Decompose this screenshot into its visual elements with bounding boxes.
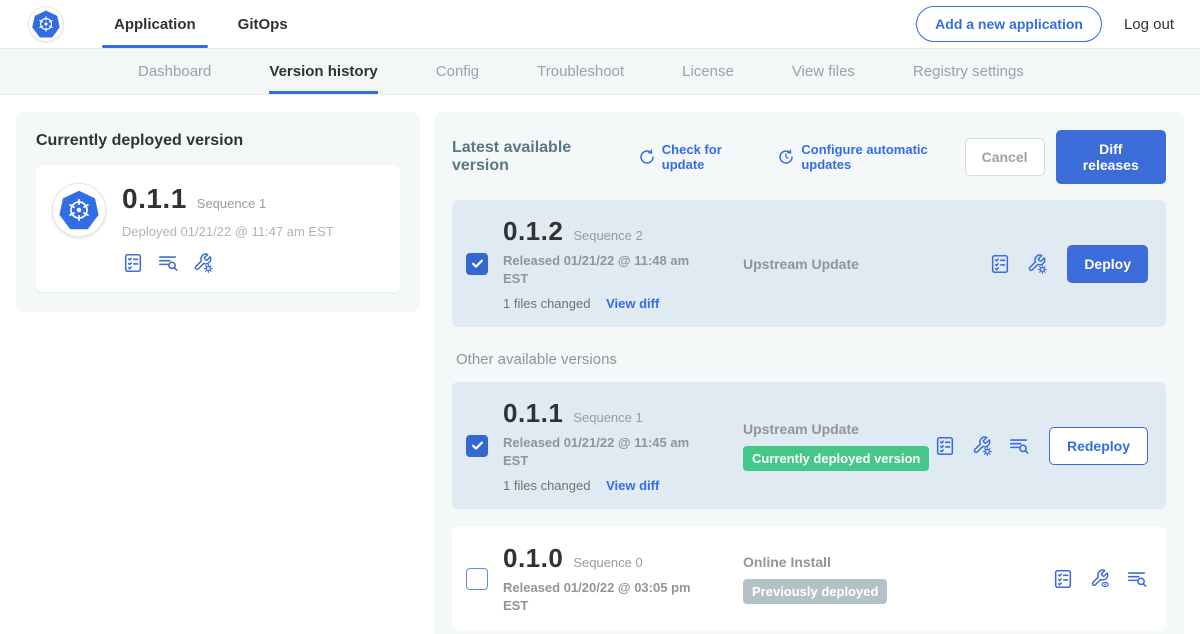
- version-checkbox[interactable]: [466, 253, 488, 275]
- logs-search-icon[interactable]: [1008, 435, 1030, 457]
- tab-application-label: Application: [114, 16, 196, 33]
- version-sequence: Sequence 2: [573, 228, 642, 243]
- logs-search-icon[interactable]: [157, 252, 179, 274]
- kubernetes-logo[interactable]: [28, 6, 64, 42]
- subnav-config[interactable]: Config: [436, 49, 479, 94]
- other-versions-title: Other available versions: [452, 351, 1166, 368]
- deploy-button[interactable]: Deploy: [1067, 245, 1148, 283]
- logs-search-icon[interactable]: [1126, 568, 1148, 590]
- cancel-button[interactable]: Cancel: [965, 138, 1045, 176]
- configure-automatic-updates-link[interactable]: Configure automatic updates: [777, 142, 964, 172]
- version-info: 0.1.1 Sequence 1 Released 01/21/22 @ 11:…: [503, 398, 703, 493]
- deployed-action-icons: [122, 252, 334, 274]
- diff-releases-button[interactable]: Diff releases: [1056, 130, 1166, 184]
- primary-tabs: Application GitOps: [100, 0, 302, 48]
- latest-available-title: Latest available version: [452, 139, 618, 175]
- version-actions: Redeploy: [934, 427, 1148, 465]
- version-sequence: Sequence 1: [573, 410, 642, 425]
- version-checkbox[interactable]: [466, 435, 488, 457]
- preflight-checklist-icon[interactable]: [122, 252, 144, 274]
- version-history-panel: Latest available version Check for updat…: [434, 112, 1184, 634]
- kubernetes-helm-icon: [59, 190, 99, 230]
- version-actions: [1052, 568, 1148, 590]
- schedule-update-icon: [777, 148, 795, 166]
- subnav-registry-settings[interactable]: Registry settings: [913, 49, 1024, 94]
- view-diff-link[interactable]: View diff: [606, 296, 659, 311]
- check-for-update-link[interactable]: Check for update: [638, 142, 758, 172]
- logout-link[interactable]: Log out: [1124, 16, 1174, 33]
- preflight-checklist-icon[interactable]: [989, 253, 1011, 275]
- previously-deployed-badge: Previously deployed: [743, 579, 887, 604]
- app-subnav: Dashboard Version history Config Trouble…: [0, 48, 1200, 95]
- version-number: 0.1.0: [503, 543, 563, 574]
- tab-application[interactable]: Application: [100, 0, 210, 48]
- config-wrench-eye-icon[interactable]: [1089, 568, 1111, 590]
- subnav-version-history[interactable]: Version history: [269, 49, 377, 94]
- version-row-0-1-0: 0.1.0 Sequence 0 Released 01/20/22 @ 03:…: [452, 527, 1166, 630]
- released-timestamp: Released 01/20/22 @ 03:05 pm EST: [503, 579, 695, 614]
- deployed-version-number: 0.1.1: [122, 183, 187, 215]
- version-checkbox[interactable]: [466, 568, 488, 590]
- kubernetes-helm-icon: [32, 10, 60, 38]
- config-wrench-gear-icon[interactable]: [971, 435, 993, 457]
- config-wrench-gear-icon[interactable]: [192, 252, 214, 274]
- main-content: Currently deployed version 0.1.1 Sequenc…: [0, 95, 1200, 634]
- files-changed-label: 1 files changed: [503, 296, 590, 311]
- topnav-right: Add a new application Log out: [916, 6, 1174, 42]
- subnav-troubleshoot[interactable]: Troubleshoot: [537, 49, 624, 94]
- version-number: 0.1.2: [503, 216, 563, 247]
- view-diff-link[interactable]: View diff: [606, 478, 659, 493]
- preflight-checklist-icon[interactable]: [934, 435, 956, 457]
- subnav-view-files[interactable]: View files: [792, 49, 855, 94]
- version-info: 0.1.0 Sequence 0 Released 01/20/22 @ 03:…: [503, 543, 703, 614]
- version-number: 0.1.1: [503, 398, 563, 429]
- check-for-update-label: Check for update: [662, 142, 758, 172]
- released-timestamp: Released 01/21/22 @ 11:45 am EST: [503, 434, 695, 469]
- tab-gitops-label: GitOps: [238, 16, 288, 33]
- config-wrench-gear-icon[interactable]: [1026, 253, 1048, 275]
- currently-deployed-badge: Currently deployed version: [743, 446, 929, 471]
- version-info: 0.1.2 Sequence 2 Released 01/21/22 @ 11:…: [503, 216, 703, 311]
- source-label: Upstream Update: [743, 256, 989, 272]
- version-sequence: Sequence 0: [573, 555, 642, 570]
- top-navbar: Application GitOps Add a new application…: [0, 0, 1200, 48]
- version-source: Upstream Update Currently deployed versi…: [743, 421, 934, 471]
- version-actions: Deploy: [989, 245, 1148, 283]
- source-label: Online Install: [743, 554, 1052, 570]
- refresh-icon: [638, 148, 656, 166]
- version-row-0-1-1: 0.1.1 Sequence 1 Released 01/21/22 @ 11:…: [452, 382, 1166, 509]
- currently-deployed-panel: Currently deployed version 0.1.1 Sequenc…: [16, 112, 420, 312]
- deployed-version-info: 0.1.1 Sequence 1 Deployed 01/21/22 @ 11:…: [122, 183, 334, 274]
- files-changed-label: 1 files changed: [503, 478, 590, 493]
- currently-deployed-title: Currently deployed version: [36, 132, 400, 150]
- deployed-timestamp: Deployed 01/21/22 @ 11:47 am EST: [122, 224, 334, 239]
- subnav-license[interactable]: License: [682, 49, 734, 94]
- app-icon: [52, 183, 106, 237]
- source-label: Upstream Update: [743, 421, 934, 437]
- version-row-0-1-2: 0.1.2 Sequence 2 Released 01/21/22 @ 11:…: [452, 200, 1166, 327]
- deployed-sequence: Sequence 1: [197, 196, 266, 211]
- tab-gitops[interactable]: GitOps: [224, 0, 302, 48]
- version-source: Upstream Update: [743, 256, 989, 272]
- configure-automatic-updates-label: Configure automatic updates: [801, 142, 964, 172]
- latest-version-header: Latest available version Check for updat…: [452, 130, 1166, 184]
- subnav-dashboard[interactable]: Dashboard: [138, 49, 211, 94]
- version-source: Online Install Previously deployed: [743, 554, 1052, 604]
- deployed-version-card: 0.1.1 Sequence 1 Deployed 01/21/22 @ 11:…: [36, 165, 400, 292]
- redeploy-button[interactable]: Redeploy: [1049, 427, 1148, 465]
- preflight-checklist-icon[interactable]: [1052, 568, 1074, 590]
- add-new-application-button[interactable]: Add a new application: [916, 6, 1102, 42]
- released-timestamp: Released 01/21/22 @ 11:48 am EST: [503, 252, 695, 287]
